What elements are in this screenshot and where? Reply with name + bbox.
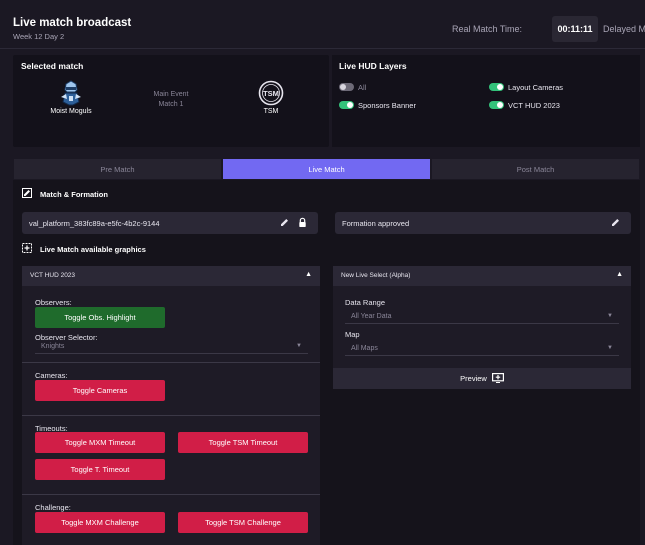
data-range-value: All Year Data	[351, 313, 392, 320]
section-divider	[22, 494, 320, 495]
chevron-up-icon[interactable]: ▲	[616, 271, 623, 278]
toggle-vct-hud[interactable]	[489, 101, 504, 109]
formation-status-text: Formation approved	[342, 219, 410, 228]
live-graphics-title: Live Match available graphics	[40, 245, 146, 254]
header-divider	[0, 48, 645, 49]
section-divider	[22, 362, 320, 363]
scrollbar[interactable]	[640, 55, 645, 545]
tsm-logo: TSM	[258, 80, 284, 106]
match-phase-tabs: Pre Match Live Match Post Match	[13, 158, 640, 180]
section-divider	[22, 415, 320, 416]
selected-match-title: Selected match	[21, 61, 84, 71]
tsm-logo-text: TSM	[263, 89, 279, 98]
real-match-time-label: Real Match Time:	[452, 24, 523, 34]
chevron-down-icon: ▼	[607, 345, 613, 351]
data-range-label: Data Range	[345, 298, 386, 307]
toggle-vct-hud-label: VCT HUD 2023	[508, 101, 560, 110]
toggle-sponsors-banner-label: Sponsors Banner	[358, 101, 416, 110]
tab-live-match[interactable]: Live Match	[222, 158, 431, 180]
team1-name: Moist Moguls	[50, 108, 92, 115]
match-formation-title: Match & Formation	[40, 190, 108, 199]
event-name: Main Event	[153, 91, 189, 98]
moguls-mascot-logo	[58, 80, 84, 106]
toggle-all-layers[interactable]	[339, 83, 354, 91]
toggle-cameras-button[interactable]: Toggle Cameras	[35, 380, 165, 401]
lock-icon[interactable]	[297, 217, 308, 228]
toggle-layout-cameras[interactable]	[489, 83, 504, 91]
platform-id-field: val_platform_383fc89a-e5fc-4b2c-9144	[22, 212, 318, 234]
toggle-obs-highlight-button[interactable]: Toggle Obs. Highlight	[35, 307, 165, 328]
platform-id-text: val_platform_383fc89a-e5fc-4b2c-9144	[29, 219, 160, 228]
pencil-icon[interactable]	[610, 217, 621, 228]
chevron-down-icon: ▼	[607, 313, 613, 319]
map-dropdown[interactable]: All Maps ▼	[345, 343, 619, 356]
add-graphic-icon	[22, 243, 32, 253]
edit-square-icon	[22, 188, 32, 198]
vct-hud-panel-header[interactable]: VCT HUD 2023 ▲	[22, 266, 320, 286]
preview-button[interactable]: Preview	[333, 368, 631, 389]
team2-name: TSM	[263, 108, 279, 115]
toggle-mxm-challenge-button[interactable]: Toggle MXM Challenge	[35, 512, 165, 533]
toggle-sponsors-banner[interactable]	[339, 101, 354, 109]
toggle-all-label: All	[358, 83, 367, 92]
match-number: Match 1	[158, 101, 184, 108]
page-subtitle: Week 12 Day 2	[13, 32, 65, 41]
preview-label: Preview	[460, 374, 487, 383]
toggle-t-timeout-button[interactable]: Toggle T. Timeout	[35, 459, 165, 480]
live-select-panel-header[interactable]: New Live Select (Alpha) ▲	[333, 266, 631, 286]
live-select-panel-title: New Live Select (Alpha)	[341, 272, 411, 279]
formation-status-field: Formation approved	[335, 212, 631, 234]
live-hud-layers-title: Live HUD Layers	[339, 61, 407, 71]
vct-hud-panel-title: VCT HUD 2023	[30, 272, 76, 279]
toggle-tsm-timeout-button[interactable]: Toggle TSM Timeout	[178, 432, 308, 453]
tab-pre-match[interactable]: Pre Match	[13, 158, 222, 180]
real-match-time-value: 00:11:11	[557, 24, 593, 34]
challenge-label: Challenge:	[35, 503, 71, 512]
observer-selector-value: Knights	[41, 343, 65, 350]
map-value: All Maps	[351, 345, 378, 352]
map-label: Map	[345, 330, 360, 339]
page-title: Live match broadcast	[13, 17, 132, 29]
toggle-tsm-challenge-button[interactable]: Toggle TSM Challenge	[178, 512, 308, 533]
chevron-up-icon[interactable]: ▲	[305, 271, 312, 278]
observers-label: Observers:	[35, 298, 72, 307]
delayed-match-time-label: Delayed M	[603, 24, 645, 34]
tab-post-match[interactable]: Post Match	[431, 158, 640, 180]
toggle-mxm-timeout-button[interactable]: Toggle MXM Timeout	[35, 432, 165, 453]
pencil-icon[interactable]	[279, 217, 290, 228]
cameras-label: Cameras:	[35, 371, 68, 380]
chevron-down-icon: ▼	[296, 343, 302, 349]
toggle-layout-cameras-label: Layout Cameras	[508, 83, 564, 92]
data-range-dropdown[interactable]: All Year Data ▼	[345, 311, 619, 324]
screen-preview-icon	[491, 372, 504, 385]
observer-selector-dropdown[interactable]: Knights ▼	[35, 341, 308, 354]
real-match-time-box: 00:11:11	[552, 16, 598, 42]
